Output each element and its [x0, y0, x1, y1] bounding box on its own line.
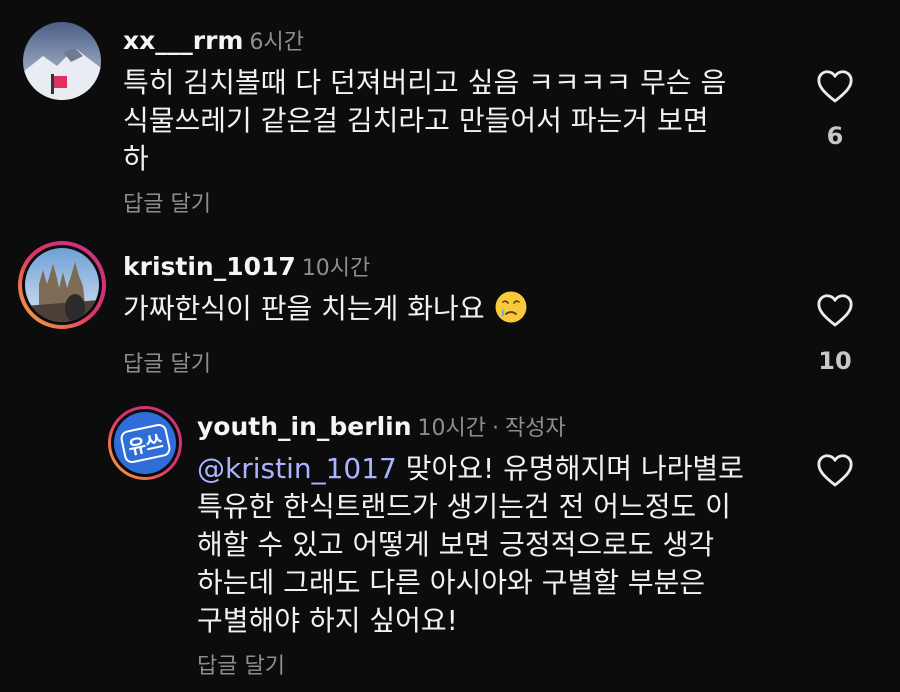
comment-text: @kristin_1017 맞아요! 유명해지며 나라별로 특유한 한식트랜드가… — [197, 450, 744, 640]
mention-link[interactable]: @kristin_1017 — [197, 452, 397, 485]
comment-line: 하 — [123, 142, 149, 175]
comment-line: 하는데 그래도 다른 아시아와 구별할 부분은 — [197, 566, 706, 599]
reply-button[interactable]: 답글 달기 — [197, 648, 285, 680]
reply-button[interactable]: 답글 달기 — [123, 186, 211, 218]
avatar-story-ring[interactable]: 유쓰 — [108, 406, 182, 480]
like-button[interactable] — [816, 452, 854, 488]
comment-line: 특히 김치볼때 다 던져버리고 싶음 ㅋㅋㅋㅋ 무슨 음 — [123, 66, 727, 99]
heart-icon — [817, 70, 853, 103]
author-badge: 작성자 — [505, 416, 566, 441]
timestamp: 6시간 — [249, 30, 304, 55]
avatar-story-ring[interactable] — [18, 241, 106, 329]
comment-header: xx___rrm 6시간 — [123, 24, 304, 56]
like-count: 10 — [818, 347, 852, 375]
comment-line: 식물쓰레기 같은걸 김치라고 만들어서 파는거 보면 — [123, 104, 709, 137]
comment-header: kristin_1017 10시간 — [123, 250, 370, 282]
comment-header: youth_in_berlin 10시간 · 작성자 — [197, 410, 566, 442]
username[interactable]: kristin_1017 — [123, 252, 296, 281]
like-button[interactable] — [816, 68, 854, 104]
comment-line: 해할 수 있고 어떻게 보면 긍정적으로도 생각 — [197, 528, 715, 561]
comment-line: 가짜한식이 판을 치는게 화나요 — [123, 292, 485, 325]
avatar: 유쓰 — [114, 412, 176, 474]
avatar[interactable] — [23, 22, 101, 100]
timestamp: 10시간 — [417, 416, 486, 441]
avatar-logo-text: 유쓰 — [118, 421, 172, 465]
comment-line: 구별해야 하지 싶어요! — [197, 604, 458, 637]
comment-text: 가짜한식이 판을 치는게 화나요 — [123, 290, 528, 328]
comment-line: 맞아요! 유명해지며 나라별로 — [405, 452, 744, 485]
heart-icon — [817, 454, 853, 487]
avatar-photo-icon — [23, 22, 101, 100]
timestamp: 10시간 — [301, 256, 371, 281]
avatar-photo-icon — [25, 248, 99, 322]
username[interactable]: youth_in_berlin — [197, 412, 412, 441]
reply-button[interactable]: 답글 달기 — [123, 346, 211, 378]
crying-face-icon — [494, 290, 528, 324]
heart-icon — [817, 294, 853, 327]
comment-line: 특유한 한식트랜드가 생기는건 전 어느정도 이 — [197, 490, 731, 523]
username[interactable]: xx___rrm — [123, 26, 243, 55]
avatar — [25, 248, 99, 322]
separator-dot: · — [492, 416, 499, 441]
like-count: 6 — [826, 122, 844, 150]
comment-text: 특히 김치볼때 다 던져버리고 싶음 ㅋㅋㅋㅋ 무슨 음 식물쓰레기 같은걸 김… — [123, 64, 726, 178]
like-button[interactable] — [816, 292, 854, 328]
